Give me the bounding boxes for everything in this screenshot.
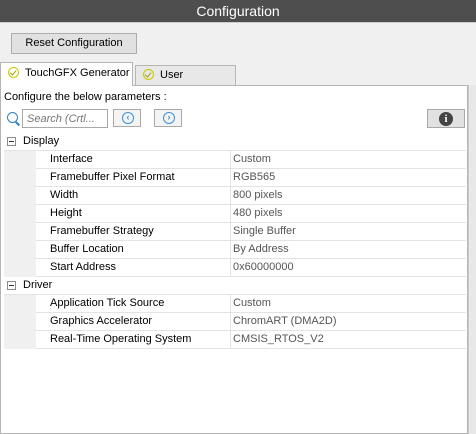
window-title: Configuration xyxy=(0,0,476,23)
param-name: Buffer Location xyxy=(50,243,124,255)
param-row[interactable]: Interface Custom xyxy=(4,151,466,169)
param-row[interactable]: Height 480 pixels xyxy=(4,205,466,223)
next-match-button[interactable]: › xyxy=(154,109,182,127)
param-name: Height xyxy=(50,207,82,219)
param-value[interactable]: By Address xyxy=(233,241,289,258)
check-circle-icon xyxy=(143,69,154,80)
param-value[interactable]: 0x60000000 xyxy=(233,259,294,276)
collapse-icon[interactable] xyxy=(7,281,16,290)
info-icon: i xyxy=(439,112,453,126)
search-input[interactable] xyxy=(22,109,108,128)
reset-configuration-button[interactable]: Reset Configuration xyxy=(11,33,137,54)
tab-touchgfx-generator[interactable]: TouchGFX Generator xyxy=(0,62,133,86)
collapse-icon[interactable] xyxy=(7,137,16,146)
param-row[interactable]: Start Address 0x60000000 xyxy=(4,259,466,277)
param-row[interactable]: Buffer Location By Address xyxy=(4,241,466,259)
tab-bar: TouchGFX Generator User Constants xyxy=(0,62,476,100)
param-value[interactable]: RGB565 xyxy=(233,169,275,186)
param-value[interactable]: CMSIS_RTOS_V2 xyxy=(233,331,324,348)
param-name: Width xyxy=(50,189,79,201)
info-button[interactable]: i xyxy=(427,109,465,128)
group-row-driver[interactable]: Driver xyxy=(4,277,466,295)
param-name: Start Address xyxy=(50,261,117,273)
param-name: Framebuffer Pixel Format xyxy=(50,171,175,183)
tab-label: TouchGFX Generator xyxy=(25,67,130,79)
param-name: Real-Time Operating System xyxy=(50,333,192,345)
param-value[interactable]: Single Buffer xyxy=(233,223,296,240)
param-value[interactable]: 800 pixels xyxy=(233,187,283,204)
chevron-left-icon: ‹ xyxy=(122,112,134,124)
param-value[interactable]: ChromART (DMA2D) xyxy=(233,313,337,330)
param-name: Interface xyxy=(50,153,93,165)
param-name: Framebuffer Strategy xyxy=(50,225,154,237)
group-name: Driver xyxy=(23,279,53,291)
param-row[interactable]: Application Tick Source Custom xyxy=(4,295,466,313)
check-circle-icon xyxy=(8,67,19,78)
param-value[interactable]: Custom xyxy=(233,151,271,168)
previous-match-button[interactable]: ‹ xyxy=(113,109,141,127)
vertical-scrollbar[interactable] xyxy=(468,85,476,434)
param-row[interactable]: Graphics Accelerator ChromART (DMA2D) xyxy=(4,313,466,331)
param-row[interactable]: Real-Time Operating System CMSIS_RTOS_V2 xyxy=(4,331,466,349)
param-name: Graphics Accelerator xyxy=(50,315,153,327)
tab-user-constants[interactable]: User Constants xyxy=(135,65,236,100)
configure-label: Configure the below parameters : xyxy=(4,91,167,103)
parameters-panel: Configure the below parameters : ‹ › i D… xyxy=(0,85,468,434)
parameter-tree: Display Interface Custom Framebuffer Pixe… xyxy=(4,133,466,349)
param-row[interactable]: Framebuffer Pixel Format RGB565 xyxy=(4,169,466,187)
group-name: Display xyxy=(23,135,60,147)
search-icon[interactable] xyxy=(7,112,18,123)
group-row-display[interactable]: Display xyxy=(4,133,466,151)
chevron-right-icon: › xyxy=(163,112,175,124)
param-row[interactable]: Width 800 pixels xyxy=(4,187,466,205)
param-row[interactable]: Framebuffer Strategy Single Buffer xyxy=(4,223,466,241)
param-value[interactable]: 480 pixels xyxy=(233,205,283,222)
param-value[interactable]: Custom xyxy=(233,295,271,312)
param-name: Application Tick Source xyxy=(50,297,165,309)
